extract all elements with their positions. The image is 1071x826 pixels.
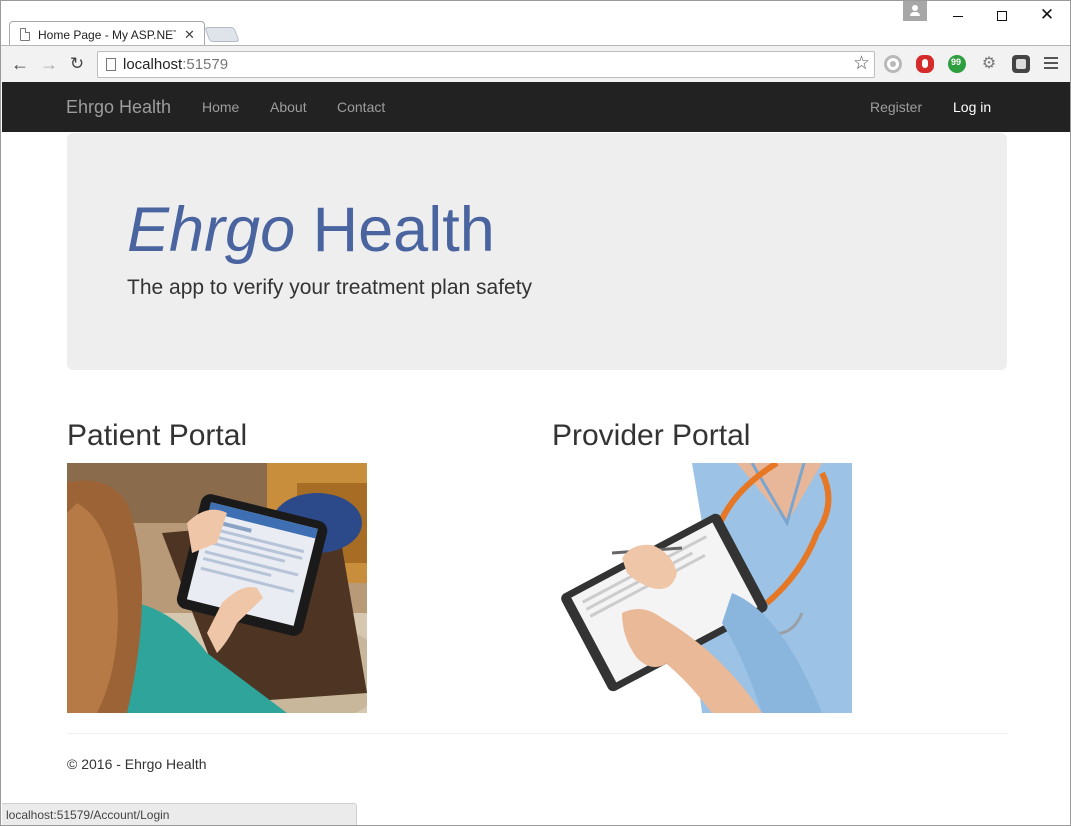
nav-login[interactable]: Log in <box>953 99 991 115</box>
forward-arrow-icon[interactable]: → <box>38 53 60 75</box>
navbar-brand[interactable]: Ehrgo Health <box>66 97 171 118</box>
address-bar[interactable]: localhost:51579 ☆ <box>97 51 875 78</box>
browser-toolbar: ← → ↻ localhost:51579 ☆ ⚙ <box>1 45 1070 82</box>
site-navbar: Ehrgo Health Home About Contact Register… <box>2 82 1070 132</box>
nav-home[interactable]: Home <box>202 99 239 115</box>
new-tab-button[interactable] <box>204 27 240 42</box>
reload-icon[interactable]: ↻ <box>66 53 88 75</box>
hangouts-icon[interactable] <box>948 55 966 73</box>
hero-title: Ehrgo Health <box>127 195 495 265</box>
status-bar: localhost:51579/Account/Login <box>2 803 357 825</box>
footer-divider <box>67 733 1007 734</box>
nav-contact[interactable]: Contact <box>337 99 385 115</box>
provider-portal-image[interactable] <box>552 463 852 713</box>
profile-icon[interactable] <box>903 1 927 21</box>
hero-subtitle: The app to verify your treatment plan sa… <box>127 276 533 299</box>
browser-window: Home Page - My ASP.NET ✕ ✕ ← → ↻ localho… <box>0 0 1071 826</box>
extension-puzzle-icon[interactable]: ⚙ <box>980 55 998 73</box>
close-window-button[interactable]: ✕ <box>1035 5 1059 25</box>
tab-close-icon[interactable]: ✕ <box>184 27 195 42</box>
minimize-button[interactable] <box>946 5 970 25</box>
extension-circle-icon[interactable] <box>884 55 902 73</box>
jumbotron: Ehrgo Health The app to verify your trea… <box>67 133 1007 370</box>
browser-tab[interactable]: Home Page - My ASP.NET ✕ <box>9 21 205 46</box>
nav-register[interactable]: Register <box>870 99 922 115</box>
adblock-icon[interactable] <box>916 55 934 73</box>
page-icon <box>20 28 30 41</box>
nav-about[interactable]: About <box>270 99 307 115</box>
patient-portal-heading: Patient Portal <box>67 419 248 452</box>
browser-menu-icon[interactable] <box>1044 57 1058 71</box>
footer-copyright: © 2016 - Ehrgo Health <box>67 756 207 772</box>
provider-portal-heading: Provider Portal <box>552 419 751 452</box>
extension-square-icon[interactable] <box>1012 55 1030 73</box>
back-arrow-icon[interactable]: ← <box>9 53 31 75</box>
maximize-button[interactable] <box>990 5 1014 25</box>
tab-strip: Home Page - My ASP.NET ✕ ✕ <box>1 1 1070 46</box>
patient-portal-image[interactable] <box>67 463 367 713</box>
page-icon <box>106 58 116 71</box>
url-text[interactable]: localhost:51579 <box>123 56 228 73</box>
bookmark-star-icon[interactable]: ☆ <box>853 54 870 74</box>
tab-title: Home Page - My ASP.NET <box>38 27 176 42</box>
status-url: localhost:51579/Account/Login <box>6 808 170 822</box>
